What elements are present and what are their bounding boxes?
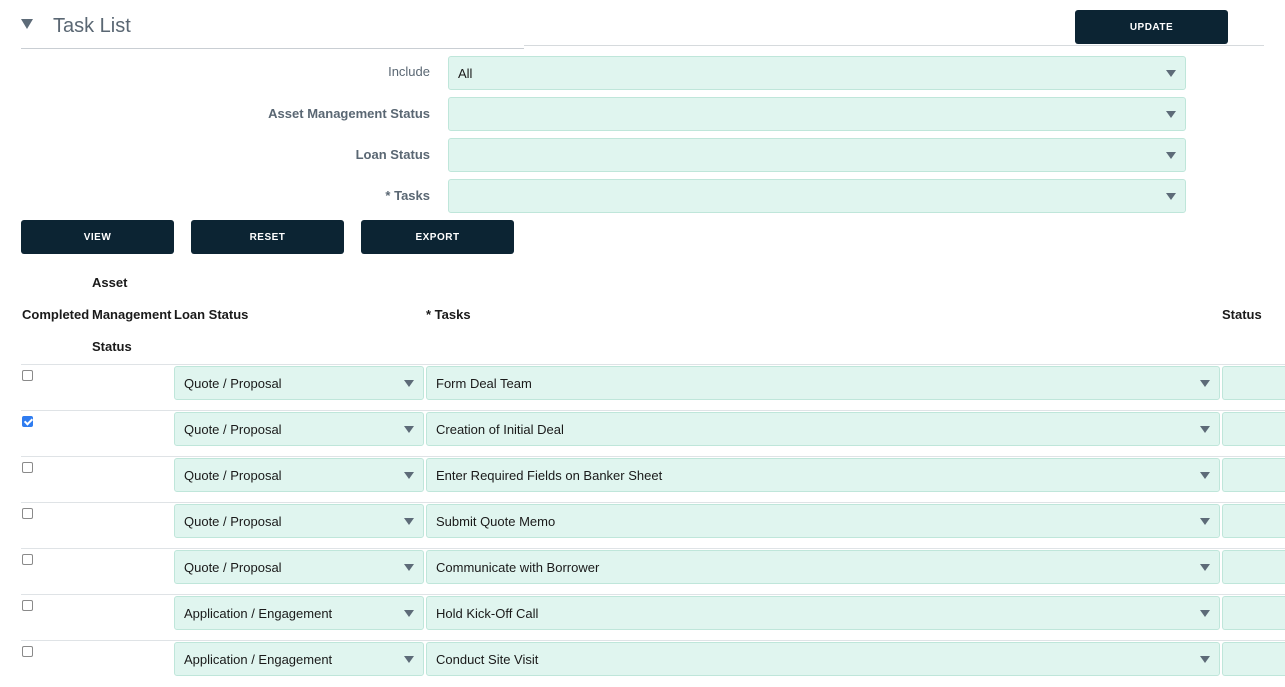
chevron-down-icon [404, 380, 414, 387]
row-loan-status-value: Quote / Proposal [184, 375, 282, 391]
chevron-down-icon [1200, 518, 1210, 525]
row-task-value: Form Deal Team [436, 375, 532, 391]
row-task-value: Communicate with Borrower [436, 559, 600, 575]
export-button[interactable]: EXPORT [361, 220, 514, 254]
update-button[interactable]: UPDATE [1075, 10, 1228, 44]
include-select-value: All [458, 65, 473, 81]
chevron-down-icon [1200, 564, 1210, 571]
chevron-down-icon [1200, 472, 1210, 479]
row-task-value: Submit Quote Memo [436, 513, 556, 529]
header-divider [21, 48, 524, 49]
header-divider-right [524, 45, 1264, 46]
column-header-status: Status [1222, 307, 1262, 322]
completed-checkbox[interactable] [22, 508, 33, 519]
column-header-asset-line3: Status [92, 339, 132, 354]
column-header-completed: Completed [22, 307, 90, 322]
view-button[interactable]: VIEW [21, 220, 174, 254]
row-loan-status-value: Quote / Proposal [184, 421, 282, 437]
completed-checkbox[interactable] [22, 646, 33, 657]
row-task-value: Enter Required Fields on Banker Sheet [436, 467, 663, 483]
completed-checkbox[interactable] [22, 462, 33, 473]
asset-management-status-select[interactable] [448, 97, 1186, 131]
row-loan-status-select[interactable]: Quote / Proposal [174, 550, 424, 584]
row-divider [21, 548, 1285, 549]
row-status-select[interactable] [1222, 412, 1285, 446]
column-header-asset-line1: Asset [92, 275, 128, 290]
chevron-down-icon [404, 564, 414, 571]
row-divider [21, 640, 1285, 641]
row-status-select[interactable] [1222, 642, 1285, 676]
loan-status-label: Loan Status [355, 147, 430, 162]
column-header-loan-status: Loan Status [174, 307, 249, 322]
include-label: Include [388, 64, 430, 79]
row-divider [21, 594, 1285, 595]
completed-checkbox[interactable] [22, 554, 33, 565]
row-task-value: Conduct Site Visit [436, 651, 539, 667]
chevron-down-icon [404, 426, 414, 433]
asset-management-status-label: Asset Management Status [268, 106, 430, 121]
row-task-select[interactable]: Enter Required Fields on Banker Sheet [426, 458, 1220, 492]
tasks-label: * Tasks [385, 188, 430, 203]
row-status-select[interactable] [1222, 458, 1285, 492]
row-loan-status-select[interactable]: Quote / Proposal [174, 412, 424, 446]
row-status-select[interactable] [1222, 550, 1285, 584]
chevron-down-icon [1200, 656, 1210, 663]
page-title: Task List [53, 15, 131, 37]
row-status-select[interactable] [1222, 596, 1285, 630]
chevron-down-icon [1166, 70, 1176, 77]
row-loan-status-select[interactable]: Quote / Proposal [174, 458, 424, 492]
row-task-select[interactable]: Submit Quote Memo [426, 504, 1220, 538]
completed-checkbox[interactable] [22, 416, 33, 427]
row-status-select[interactable] [1222, 504, 1285, 538]
loan-status-select[interactable] [448, 138, 1186, 172]
chevron-down-icon [1166, 193, 1176, 200]
row-loan-status-select[interactable]: Quote / Proposal [174, 366, 424, 400]
collapse-toggle-icon[interactable] [21, 19, 33, 29]
row-task-select[interactable]: Conduct Site Visit [426, 642, 1220, 676]
row-task-select[interactable]: Hold Kick-Off Call [426, 596, 1220, 630]
row-loan-status-value: Application / Engagement [184, 651, 333, 667]
completed-checkbox[interactable] [22, 600, 33, 611]
row-loan-status-value: Quote / Proposal [184, 559, 282, 575]
chevron-down-icon [1200, 610, 1210, 617]
row-loan-status-value: Application / Engagement [184, 605, 333, 621]
chevron-down-icon [404, 472, 414, 479]
chevron-down-icon [1166, 111, 1176, 118]
row-task-select[interactable]: Creation of Initial Deal [426, 412, 1220, 446]
chevron-down-icon [404, 518, 414, 525]
row-loan-status-select[interactable]: Application / Engagement [174, 642, 424, 676]
row-task-select[interactable]: Communicate with Borrower [426, 550, 1220, 584]
column-header-tasks: * Tasks [426, 307, 471, 322]
row-divider [21, 410, 1285, 411]
row-loan-status-value: Quote / Proposal [184, 513, 282, 529]
chevron-down-icon [404, 656, 414, 663]
row-divider [21, 456, 1285, 457]
row-task-select[interactable]: Form Deal Team [426, 366, 1220, 400]
chevron-down-icon [1200, 426, 1210, 433]
row-divider [21, 502, 1285, 503]
column-header-asset-line2: Management [92, 307, 172, 322]
chevron-down-icon [1200, 380, 1210, 387]
row-task-value: Creation of Initial Deal [436, 421, 564, 437]
completed-checkbox[interactable] [22, 370, 33, 381]
row-loan-status-select[interactable]: Quote / Proposal [174, 504, 424, 538]
chevron-down-icon [404, 610, 414, 617]
row-divider [21, 364, 1285, 365]
chevron-down-icon [1166, 152, 1176, 159]
row-task-value: Hold Kick-Off Call [436, 605, 539, 621]
row-loan-status-select[interactable]: Application / Engagement [174, 596, 424, 630]
include-select[interactable]: All [448, 56, 1186, 90]
row-status-select[interactable] [1222, 366, 1285, 400]
tasks-select[interactable] [448, 179, 1186, 213]
reset-button[interactable]: RESET [191, 220, 344, 254]
row-loan-status-value: Quote / Proposal [184, 467, 282, 483]
